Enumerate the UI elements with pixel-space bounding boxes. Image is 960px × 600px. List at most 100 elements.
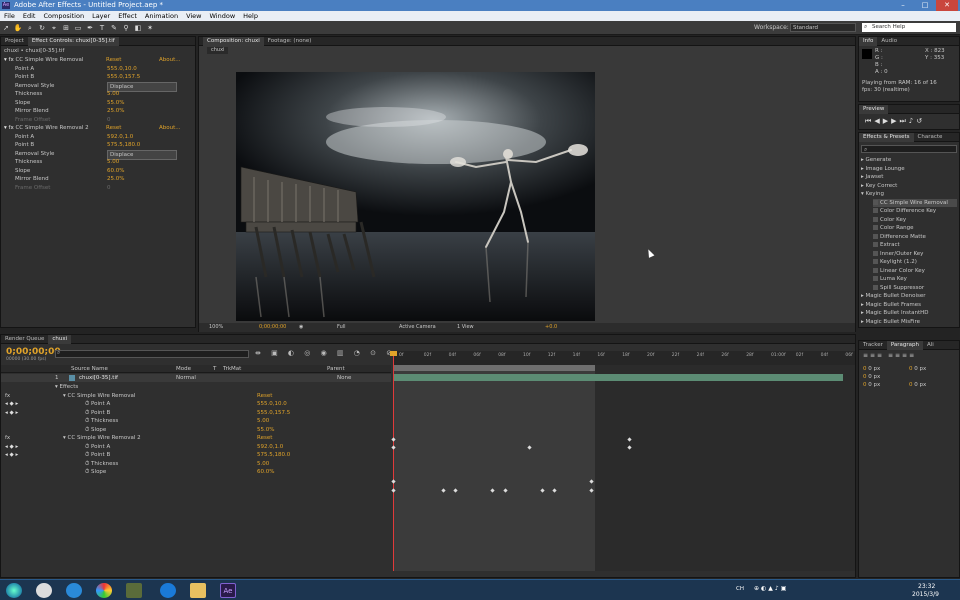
tab-composition[interactable]: Composition: chuxi [203,37,264,46]
timeline-property-row[interactable]: fx ▾ CC Simple Wire Removal 2 Reset [1,434,391,442]
maximize-button[interactable]: □ [914,0,936,11]
menu-layer[interactable]: Layer [88,11,114,21]
menu-edit[interactable]: Edit [19,11,40,21]
start-button-icon[interactable] [6,583,22,598]
zoom-tool-icon[interactable]: ⌕ [25,23,35,33]
keyframe[interactable] [626,437,632,442]
effects-tree-item[interactable]: ▸ Magic Bullet InstantHD [861,309,957,317]
timeline-search-input[interactable] [55,350,249,358]
layer-row[interactable]: 1 chuxi[0-35].tif Normal None [1,374,391,382]
resolution-select[interactable]: Full [337,323,346,332]
col-trkmat[interactable]: TrkMat [223,365,241,373]
eraser-tool-icon[interactable]: ◧ [133,23,143,33]
media-player-icon[interactable] [160,583,176,598]
timeline-property-row[interactable]: ⏱ Thickness 5.00 [1,460,391,468]
playhead-handle[interactable] [390,351,397,356]
effect-property[interactable]: Frame Offset 0 [15,116,111,124]
tab-render-queue[interactable]: Render Queue [1,335,48,344]
effect-property[interactable]: Point A 592.0,1.0 [15,133,133,141]
composition-viewer[interactable] [236,72,595,321]
timeline-property-row[interactable]: ◂ ◆ ▸ ⏱ Point B 555.0,157.5 [1,409,391,417]
language-indicator[interactable]: CH [736,586,744,592]
indent-right[interactable]: 0 0 px [909,365,926,373]
tab-paragraph[interactable]: Paragraph [886,341,924,350]
col-parent[interactable]: Parent [327,365,345,373]
col-source-name[interactable]: Source Name [71,365,108,373]
hand-tool-icon[interactable]: ✋ [13,23,23,33]
effects-tree-item[interactable]: ▸ Magic Bullet Frames [861,301,957,309]
tab-effect-controls[interactable]: Effect Controls: chuxi[0-35].tif [27,37,119,46]
effects-tree-item[interactable]: Difference Matte [873,233,957,241]
tab-project[interactable]: Project [1,37,28,46]
effect-header[interactable]: ▾ fx CC Simple Wire Removal 2 Reset About.… [4,124,194,132]
camera-tool-icon[interactable]: ⌖ [49,23,59,33]
effect-property[interactable]: Frame Offset 0 [15,184,111,192]
rectangle-tool-icon[interactable]: ▭ [73,23,83,33]
indent-left[interactable]: 0 0 px [863,365,880,373]
search-help-input[interactable]: Search Help [862,23,956,32]
effect-property[interactable]: Thickness 5.00 [15,90,119,98]
timeline-switches[interactable]: ⇼ ▣ ◐ ◎ ◉ ▥ ◔ ⊙ ⊘ [255,349,396,357]
tab-effects-presets[interactable]: Effects & Presets [859,133,914,142]
effects-tree-item[interactable]: CC Simple Wire Removal [873,198,957,207]
brush-tool-icon[interactable]: ✎ [109,23,119,33]
layer-name[interactable]: chuxi[0-35].tif [79,374,118,382]
tab-audio[interactable]: Audio [877,37,901,46]
work-area-bar[interactable] [393,365,595,371]
selection-tool-icon[interactable]: ➚ [1,23,11,33]
camera-snapshot-icon[interactable]: ◉ [299,323,303,332]
effects-tree-item[interactable]: ▸ Jawset [861,173,957,181]
app-icon[interactable] [126,583,142,598]
effect-property[interactable]: Slope 55.0% [15,99,124,107]
timeline-timecode[interactable]: 0;00;00;00 [6,347,61,357]
indent-first[interactable]: 0 0 px [863,373,880,381]
chrome-icon[interactable] [96,583,112,598]
loop-icon[interactable]: ↺ [916,117,925,125]
effects-tree-item[interactable]: Color Key [873,216,957,224]
composition-breadcrumb[interactable]: chuxi [207,47,229,54]
zoom-select[interactable]: 100% [209,323,223,332]
menu-help[interactable]: Help [239,11,262,21]
timeline-property-row[interactable]: fx ▾ CC Simple Wire Removal Reset [1,392,391,400]
layer-duration-bar[interactable] [393,374,843,381]
first-frame-icon[interactable]: ⏮ [865,117,874,125]
effect-property[interactable]: Mirror Blend 25.0% [15,107,124,115]
space-after[interactable]: 0 0 px [909,381,926,389]
exposure-value[interactable]: +0.0 [545,323,557,332]
effects-tree-item[interactable]: Luma Key [873,275,957,283]
rotate-tool-icon[interactable]: ↻ [37,23,47,33]
space-before[interactable]: 0 0 px [863,381,880,389]
last-frame-icon[interactable]: ⏭ [899,117,908,125]
effects-search-input[interactable]: ⌕ [861,145,957,153]
layer-mode-select[interactable]: Normal [176,374,196,382]
menu-file[interactable]: File [0,11,19,21]
effect-property[interactable]: Point A 555.0,10.0 [15,65,137,73]
close-button[interactable]: ✕ [936,0,958,11]
col-mode[interactable]: Mode [176,365,191,373]
effects-tree-item[interactable]: ▸ Magic Bullet MisFire [861,318,957,326]
effects-tree-item[interactable]: Keylight (1.2) [873,258,957,266]
effects-tree-item[interactable]: Color Range [873,224,957,232]
timeline-property-row[interactable]: ⏱ Slope 55.0% [1,426,391,434]
keyframe[interactable] [626,445,632,450]
prev-frame-icon[interactable]: ◀ [874,117,882,125]
effects-tree-item[interactable]: Spill Suppressor [873,284,957,292]
effect-property[interactable]: Removal Style Displace [15,81,177,92]
view-layout-select[interactable]: 1 View [457,323,474,332]
effect-property[interactable]: Point B 555.0,157.5 [15,73,140,81]
effects-tree-item[interactable]: Linear Color Key [873,267,957,275]
puppet-tool-icon[interactable]: ✶ [145,23,155,33]
effect-property[interactable]: Thickness 5.00 [15,158,119,166]
tab-tracker[interactable]: Tracker [859,341,887,350]
effects-tree-item[interactable]: ▾ Keying [861,190,957,198]
effects-tree-item[interactable]: ▸ Magic Bullet Denoiser [861,292,957,300]
tab-info[interactable]: Info [859,37,878,46]
timeline-property-row[interactable]: ▾ Effects [1,383,391,391]
effects-tree-item[interactable]: ▸ Generate [861,156,957,164]
menu-effect[interactable]: Effect [114,11,141,21]
pan-behind-tool-icon[interactable]: ⊞ [61,23,71,33]
timeline-property-row[interactable]: ◂ ◆ ▸ ⏱ Point A 592.0,1.0 [1,443,391,451]
timeline-property-row[interactable]: ⏱ Slope 60.0% [1,468,391,476]
pen-tool-icon[interactable]: ✒ [85,23,95,33]
effects-tree-item[interactable]: Extract [873,241,957,249]
